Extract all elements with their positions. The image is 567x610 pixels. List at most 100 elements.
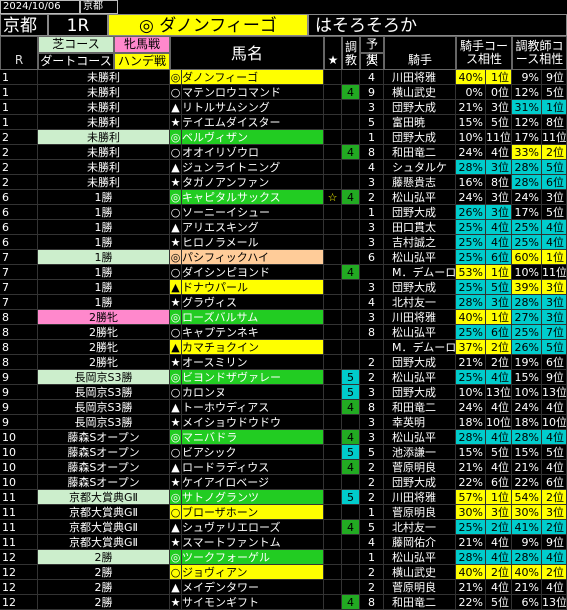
table-row[interactable]: 1 未勝利 ○ マテンロウコマンド 4 9 横山武史 0% 0位 12% 5位 (0, 85, 567, 100)
cell-trainer-rank: 4位 (542, 235, 567, 250)
cell-horse-name: ジョヴィアン (182, 565, 324, 580)
col-jockey: 騎手 (384, 36, 456, 70)
table-row[interactable]: 1 未勝利 ★ テイエムダイスター 5 富田暁 15% 5位 12% 8位 (0, 115, 567, 130)
table-row[interactable]: 7 1勝 ○ ダイシンピヨンド 4 M．デムーロ 53% 1位 10% 11位 (0, 265, 567, 280)
cell-star (324, 265, 342, 280)
table-row[interactable]: 9 長岡京S3勝 ○ カロンヌ 5 3 団野大成 10% 13位 10% 13位 (0, 385, 567, 400)
cell-jockey-rank: 3位 (486, 190, 512, 205)
cell-jockey-rank: 6位 (486, 250, 512, 265)
table-row[interactable]: 8 2勝牝 ▲ カマチョクイン M．デムーロ 37% 2位 26% 5位 (0, 340, 567, 355)
cell-class: 藤森Sオープン (38, 445, 170, 460)
cell-trainer-rank: 4位 (542, 220, 567, 235)
table-row[interactable]: 1 未勝利 ◎ ダノンフィーゴ 4 川田将雅 40% 1位 9% 9位 (0, 70, 567, 85)
cell-class: 未勝利 (38, 115, 170, 130)
table-row[interactable]: 2 未勝利 ▲ ジュンライトニング 4 シュタルケ 28% 3位 28% 5位 (0, 160, 567, 175)
table-row[interactable]: 2 未勝利 ○ オオイリゾウロ 4 8 和田竜二 24% 4位 33% 2位 (0, 145, 567, 160)
cell-jockey: 川田将雅 (384, 490, 456, 505)
cell-trainer-rank: 2位 (542, 520, 567, 535)
table-row[interactable]: 7 1勝 ▲ ドナウパール 3 団野大成 25% 5位 39% 3位 (0, 280, 567, 295)
table-row[interactable]: 10 藤森Sオープン ◎ マニバドラ 4 3 松山弘平 28% 4位 28% 4位 (0, 430, 567, 445)
cell-jockey: 菅原明良 (384, 460, 456, 475)
table-row[interactable]: 6 1勝 ○ ソーニーイシュー 1 団野大成 26% 3位 17% 5位 (0, 205, 567, 220)
table-row[interactable]: 2 未勝利 ◎ ベルヴィザン 1 団野大成 10% 11位 17% 11位 (0, 130, 567, 145)
table-row[interactable]: 6 1勝 ◎ キャピタルサックス ☆ 4 2 松山弘平 24% 3位 24% 3位 (0, 190, 567, 205)
table-row[interactable]: 1 未勝利 ▲ リトルサムシング 3 団野大成 21% 3位 31% 1位 (0, 100, 567, 115)
cell-mark: ▲ (170, 100, 182, 115)
cell-race: 12 (0, 595, 38, 610)
cell-jockey: 団野大成 (384, 475, 456, 490)
cell-jockey-rate: 16% (456, 175, 486, 190)
cell-jockey-rank: 3位 (486, 295, 512, 310)
cell-horse-name: ダノンフィーゴ (182, 70, 324, 85)
cell-horse-name: トーホウディアス (182, 400, 324, 415)
table-row[interactable]: 11 京都大賞典GⅡ ★ スマートファントム 4 藤岡佑介 21% 4位 9% 9位 (0, 535, 567, 550)
cell-trainer-rank: 5位 (542, 205, 567, 220)
cell-jockey-rank: 3位 (486, 505, 512, 520)
cell-jockey-rank: 5位 (486, 595, 512, 610)
cell-star (324, 85, 342, 100)
cell-race: 9 (0, 370, 38, 385)
cell-mark: ★ (170, 235, 182, 250)
cell-mark: ◎ (170, 550, 182, 565)
table-row[interactable]: 9 長岡京S3勝 ★ メイショウドウドウ 3 幸英明 18% 10位 18% 10位 (0, 415, 567, 430)
cell-jockey-rank: 2位 (486, 355, 512, 370)
col-horse-name: 馬名 (170, 36, 324, 70)
table-row[interactable]: 7 1勝 ◎ パシフィックハイ 6 松山弘平 25% 6位 60% 1位 (0, 250, 567, 265)
cell-race: 12 (0, 580, 38, 595)
table-row[interactable]: 12 2勝 ○ ジョヴィアン 2 横山武史 40% 2位 40% 2位 (0, 565, 567, 580)
cell-jockey-rate: 40% (456, 565, 486, 580)
cell-training (342, 310, 360, 325)
cell-pred: 2 (360, 565, 384, 580)
cell-jockey-rate: 15% (456, 115, 486, 130)
cell-training (342, 175, 360, 190)
cell-pred: 9 (360, 85, 384, 100)
table-row[interactable]: 8 2勝牝 ○ キャプテンネキ 8 松山弘平 25% 6位 25% 7位 (0, 325, 567, 340)
table-row[interactable]: 11 京都大賞典GⅡ ○ ブローザホーン 1 菅原明良 30% 3位 30% 3位 (0, 505, 567, 520)
cell-trainer-rate: 25% (512, 325, 542, 340)
cell-class: 1勝 (38, 280, 170, 295)
table-row[interactable]: 2 未勝利 ★ タガノアンファン 3 藤懸貴志 16% 8位 28% 6位 (0, 175, 567, 190)
cell-jockey-rate: 24% (456, 400, 486, 415)
table-row[interactable]: 12 2勝 ◎ ツークフォーゲル 1 松山弘平 28% 4位 28% 4位 (0, 550, 567, 565)
cell-trainer-rate: 10% (512, 385, 542, 400)
table-row[interactable]: 6 1勝 ▲ アリエスキング 3 田口貫太 25% 4位 25% 4位 (0, 220, 567, 235)
cell-horse-name: スマートファントム (182, 535, 324, 550)
col-r: R (0, 36, 38, 70)
table-row[interactable]: 12 2勝 ★ サイモンギフト 4 8 和田竜二 22% 5位 6% 13位 (0, 595, 567, 610)
cell-star (324, 535, 342, 550)
cell-horse-name: リトルサムシング (182, 100, 324, 115)
cell-class: 京都大賞典GⅡ (38, 490, 170, 505)
cell-jockey-rate: 18% (456, 415, 486, 430)
cell-training (342, 415, 360, 430)
cell-class: 藤森Sオープン (38, 430, 170, 445)
cell-jockey: 藤岡佑介 (384, 535, 456, 550)
col-filly: 牝馬戦 (114, 36, 170, 53)
table-row[interactable]: 9 長岡京S3勝 ◎ ビヨンドザヴァレー 5 2 松山弘平 25% 4位 15% 9位 (0, 370, 567, 385)
table-row[interactable]: 11 京都大賞典GⅡ ▲ シュヴァリエローズ 4 5 北村友一 25% 2位 41% 2位 (0, 520, 567, 535)
table-row[interactable]: 7 1勝 ★ グラヴィス 4 北村友一 28% 3位 28% 3位 (0, 295, 567, 310)
cell-star (324, 70, 342, 85)
cell-mark: ◎ (170, 70, 182, 85)
cell-race: 10 (0, 430, 38, 445)
table-row[interactable]: 11 京都大賞典GⅡ ◎ サトノグランツ 5 2 川田将雅 57% 1位 54% 2位 (0, 490, 567, 505)
table-row[interactable]: 8 2勝牝 ★ オースミリン 2 団野大成 21% 2位 19% 6位 (0, 355, 567, 370)
cell-trainer-rank: 4位 (542, 580, 567, 595)
cell-horse-name: ロードラディウス (182, 460, 324, 475)
table-row[interactable]: 9 長岡京S3勝 ▲ トーホウディアス 4 8 和田竜二 24% 4位 24% 4位 (0, 400, 567, 415)
table-row[interactable]: 8 2勝牝 ◎ ローズバルサム 3 川田将雅 40% 1位 27% 3位 (0, 310, 567, 325)
cell-jockey-rank: 4位 (486, 460, 512, 475)
cell-race: 6 (0, 205, 38, 220)
cell-trainer-rank: 9位 (542, 370, 567, 385)
cell-horse-name: ジュンライトニング (182, 160, 324, 175)
table-row[interactable]: 10 藤森Sオープン ★ ケイアイロベージ 2 団野大成 22% 6位 22% 6位 (0, 475, 567, 490)
race-comment: はそろそろか (308, 14, 567, 36)
table-row[interactable]: 10 藤森Sオープン ○ ビアシック 5 5 池添謙一 15% 5位 15% 5位 (0, 445, 567, 460)
cell-race: 8 (0, 325, 38, 340)
table-row[interactable]: 10 藤森Sオープン ▲ ロードラディウス 4 2 菅原明良 21% 4位 21% 4位 (0, 460, 567, 475)
cell-pred: 3 (360, 415, 384, 430)
cell-star: ☆ (324, 190, 342, 205)
table-row[interactable]: 12 2勝 ▲ メイデンタワー 2 菅原明良 21% 4位 21% 4位 (0, 580, 567, 595)
table-row[interactable]: 6 1勝 ★ ヒロノラメール 3 吉村誠之 25% 4位 25% 4位 (0, 235, 567, 250)
cell-trainer-rank: 4位 (542, 400, 567, 415)
cell-mark: ◎ (170, 370, 182, 385)
